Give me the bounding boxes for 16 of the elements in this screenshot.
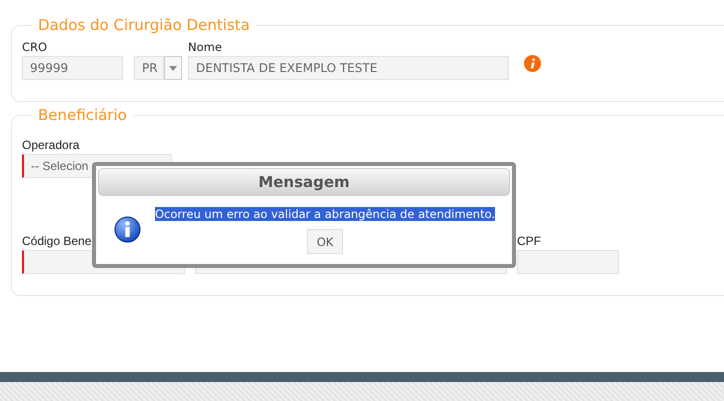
field-label: Operadora xyxy=(22,138,80,152)
field-label: Nome xyxy=(188,40,223,54)
field-label: CRO xyxy=(22,40,48,54)
input-field[interactable]: DENTISTA DE EXEMPLO TESTE xyxy=(188,56,509,80)
input-field[interactable]: 99999 xyxy=(22,56,123,80)
field-label: CPF xyxy=(517,234,542,248)
ok-button[interactable]: OK xyxy=(307,229,344,254)
caret-icon xyxy=(169,66,177,70)
field-label: Código Bene xyxy=(22,234,92,248)
info-icon xyxy=(114,216,141,243)
section-title: Beneficiário xyxy=(37,106,128,124)
input-field[interactable] xyxy=(517,250,619,274)
info-icon[interactable] xyxy=(524,55,541,72)
section-title: Dados do Cirurgião Dentista xyxy=(37,16,251,34)
dialog-title: Mensagem xyxy=(98,168,510,196)
dialog-message: Ocorreu um erro ao validar a abrangência de atendimento. xyxy=(155,207,496,221)
